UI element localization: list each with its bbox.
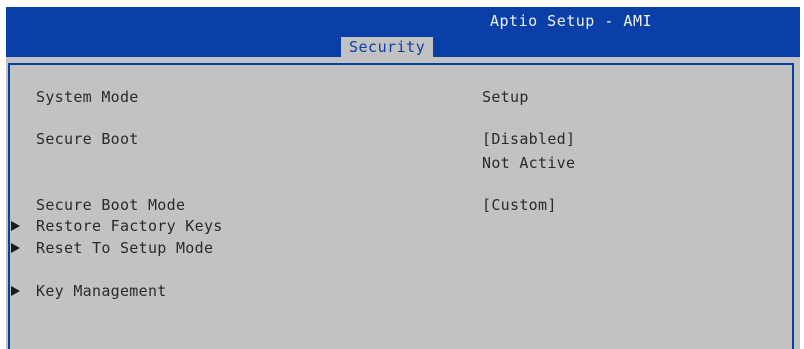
setting-row-secure-boot-status: Not Active <box>10 152 792 174</box>
submenu-restore-factory-keys[interactable]: Restore Factory Keys <box>10 215 792 237</box>
setting-value: Setup <box>482 88 529 106</box>
submenu-label: Reset To Setup Mode <box>36 239 214 257</box>
header-bar: Aptio Setup - AMI Security <box>6 7 800 57</box>
triangle-right-icon <box>11 243 20 253</box>
setting-status: Not Active <box>482 154 576 172</box>
setting-value[interactable]: [Custom] <box>482 194 557 216</box>
tab-security[interactable]: Security <box>341 37 434 57</box>
settings-panel: System Mode Setup Secure Boot [Disabled]… <box>8 63 794 349</box>
triangle-right-icon <box>11 221 20 231</box>
submenu-label: Key Management <box>36 282 167 300</box>
setting-value[interactable]: [Disabled] <box>482 128 575 150</box>
setting-label: System Mode <box>36 88 139 106</box>
submenu-label: Restore Factory Keys <box>36 217 223 235</box>
triangle-right-icon <box>11 286 20 296</box>
submenu-key-management[interactable]: Key Management <box>10 280 792 302</box>
app-title: Aptio Setup - AMI <box>490 12 653 30</box>
setting-row-system-mode: System Mode Setup <box>10 86 792 108</box>
bios-screen: Aptio Setup - AMI Security System Mode S… <box>6 7 800 349</box>
submenu-reset-to-setup-mode[interactable]: Reset To Setup Mode <box>10 237 792 259</box>
setting-label: Secure Boot Mode <box>36 196 186 214</box>
setting-label: Secure Boot <box>36 130 139 148</box>
setting-row-secure-boot-mode[interactable]: Secure Boot Mode [Custom] <box>10 194 792 216</box>
setting-row-secure-boot[interactable]: Secure Boot [Disabled] <box>10 128 792 150</box>
